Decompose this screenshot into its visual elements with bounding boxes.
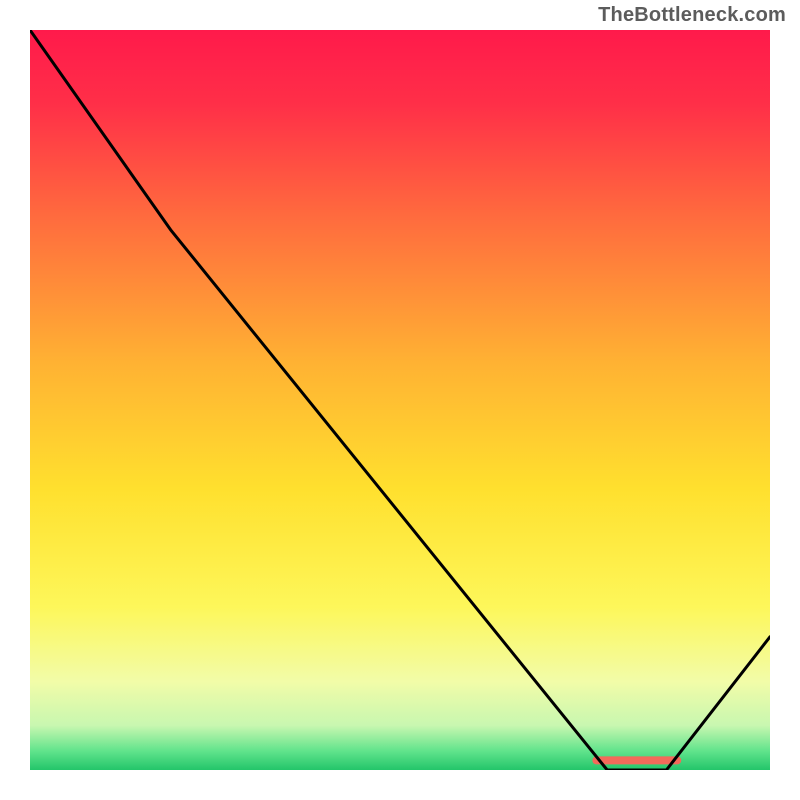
attribution-text: TheBottleneck.com [598,4,786,27]
bottleneck-chart [30,30,770,770]
optimal-range-marker [592,756,681,764]
chart-svg [30,30,770,770]
chart-background-gradient [30,30,770,770]
